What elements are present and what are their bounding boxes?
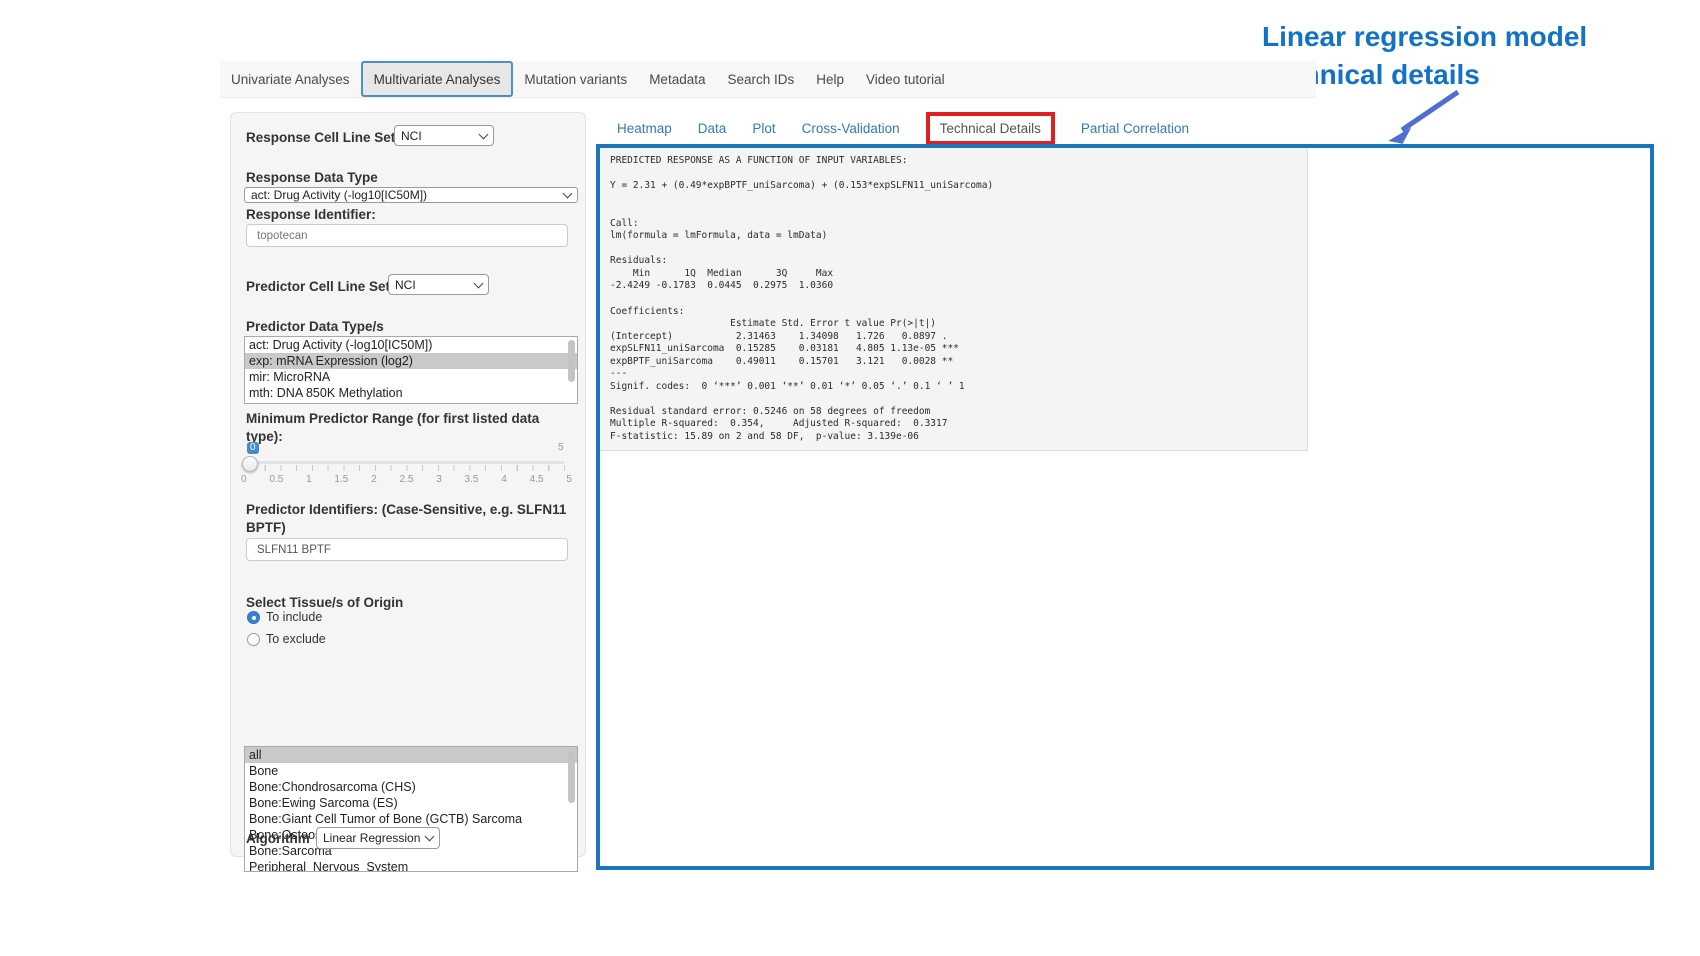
list-item[interactable]: act: Drug Activity (-log10[IC50M]) bbox=[245, 337, 577, 353]
annotation-line2: technical details bbox=[1262, 56, 1682, 94]
slider-value-badge: 0 bbox=[247, 442, 259, 454]
tab-data[interactable]: Data bbox=[698, 121, 727, 136]
tab-partial-correlation[interactable]: Partial Correlation bbox=[1081, 121, 1189, 136]
response-identifier-label: Response Identifier: bbox=[246, 206, 376, 224]
response-identifier-value: topotecan bbox=[257, 230, 308, 242]
predictor-identifiers-label: Predictor Identifiers: (Case-Sensitive, … bbox=[246, 501, 566, 519]
chevron-down-icon bbox=[425, 832, 435, 842]
sidebar-panel: Response Cell Line Set NCI Response Data… bbox=[230, 112, 586, 857]
algorithm-select[interactable]: Linear Regression bbox=[316, 827, 440, 849]
tick-label: 1 bbox=[306, 474, 312, 485]
red-highlight-box: Technical Details bbox=[926, 112, 1055, 145]
algorithm-value: Linear Regression bbox=[323, 831, 420, 845]
chevron-down-icon bbox=[474, 278, 484, 288]
slider-tick-marks bbox=[249, 465, 565, 471]
response-cell-line-set-label: Response Cell Line Set bbox=[246, 129, 395, 147]
nav-tab-video-tutorial[interactable]: Video tutorial bbox=[855, 61, 956, 97]
nav-tab-search-ids[interactable]: Search IDs bbox=[716, 61, 805, 97]
tick-label: 4.5 bbox=[530, 474, 544, 485]
tab-plot[interactable]: Plot bbox=[752, 121, 775, 136]
predictor-identifiers-input[interactable]: SLFN11 BPTF bbox=[246, 538, 568, 561]
response-data-type-label: Response Data Type bbox=[246, 169, 378, 187]
predictor-data-types-label: Predictor Data Type/s bbox=[246, 318, 384, 336]
tick-label: 3 bbox=[436, 474, 442, 485]
list-item[interactable]: Bone:Ewing Sarcoma (ES) bbox=[245, 795, 577, 811]
slider-max-label: 5 bbox=[558, 442, 564, 453]
nav-tab-help[interactable]: Help bbox=[805, 61, 855, 97]
results-panel: PREDICTED RESPONSE AS A FUNCTION OF INPU… bbox=[596, 144, 1654, 870]
predictor-data-types-listbox: act: Drug Activity (-log10[IC50M]) exp: … bbox=[244, 336, 578, 404]
annotation-arrow-icon bbox=[1370, 84, 1470, 148]
annotation-title: Linear regression model technical detail… bbox=[1262, 18, 1682, 94]
chevron-down-icon bbox=[479, 129, 489, 139]
radio-include-label: To include bbox=[266, 610, 322, 624]
response-data-type-value: act: Drug Activity (-log10[IC50M]) bbox=[251, 188, 427, 202]
predictor-range-slider-track[interactable] bbox=[249, 461, 564, 464]
response-cell-line-set-value: NCI bbox=[401, 129, 422, 143]
list-item[interactable]: mth: DNA 850K Methylation bbox=[245, 385, 577, 401]
predictor-cell-line-set-label: Predictor Cell Line Set bbox=[246, 278, 390, 296]
radio-to-exclude[interactable]: To exclude bbox=[247, 632, 326, 646]
list-item[interactable]: Bone:Giant Cell Tumor of Bone (GCTB) Sar… bbox=[245, 811, 577, 827]
list-item[interactable]: Bone:Chondrosarcoma (CHS) bbox=[245, 779, 577, 795]
tick-label: 2.5 bbox=[399, 474, 413, 485]
tick-label: 0.5 bbox=[269, 474, 283, 485]
chevron-down-icon bbox=[563, 189, 573, 199]
list-item[interactable]: exp: mRNA Expression (log2) bbox=[245, 353, 577, 369]
result-tabs: Heatmap Data Plot Cross-Validation Techn… bbox=[617, 109, 1189, 147]
technical-details-output: PREDICTED RESPONSE AS A FUNCTION OF INPU… bbox=[600, 148, 1308, 451]
app-canvas: Linear regression model technical detail… bbox=[0, 0, 1700, 956]
scrollbar-thumb[interactable] bbox=[568, 751, 575, 803]
tick-label: 3.5 bbox=[465, 474, 479, 485]
tab-heatmap[interactable]: Heatmap bbox=[617, 121, 672, 136]
tab-technical-details[interactable]: Technical Details bbox=[940, 121, 1041, 136]
slider-tick-labels: 0 0.5 1 1.5 2 2.5 3 3.5 4 4.5 5 bbox=[241, 474, 572, 485]
nav-tab-mutation-variants[interactable]: Mutation variants bbox=[513, 61, 638, 97]
tissue-listbox: all Bone Bone:Chondrosarcoma (CHS) Bone:… bbox=[244, 746, 578, 872]
radio-exclude-label: To exclude bbox=[266, 632, 326, 646]
response-data-type-select[interactable]: act: Drug Activity (-log10[IC50M]) bbox=[244, 187, 578, 203]
predictor-cell-line-set-value: NCI bbox=[395, 278, 416, 292]
tick-label: 0 bbox=[241, 474, 247, 485]
predictor-cell-line-set-select[interactable]: NCI bbox=[388, 274, 489, 295]
predictor-identifiers-label2: BPTF) bbox=[246, 519, 286, 537]
tick-label: 2 bbox=[371, 474, 377, 485]
response-identifier-input[interactable]: topotecan bbox=[246, 224, 568, 247]
nav-tab-multivariate-analyses[interactable]: Multivariate Analyses bbox=[361, 61, 514, 97]
predictor-range-slider-handle[interactable] bbox=[242, 456, 258, 472]
list-item[interactable]: mir: MicroRNA bbox=[245, 369, 577, 385]
tick-label: 5 bbox=[566, 474, 572, 485]
annotation-line1: Linear regression model bbox=[1262, 18, 1682, 56]
nav-tab-metadata[interactable]: Metadata bbox=[638, 61, 716, 97]
tick-label: 1.5 bbox=[334, 474, 348, 485]
list-item[interactable]: Peripheral_Nervous_System bbox=[245, 859, 577, 872]
list-item[interactable]: all bbox=[245, 747, 577, 763]
min-predictor-range-label: Minimum Predictor Range (for first liste… bbox=[246, 410, 539, 428]
radio-selected-icon bbox=[247, 611, 260, 624]
algorithm-label: Algorithm bbox=[246, 830, 310, 848]
tick-label: 4 bbox=[501, 474, 507, 485]
top-navbar: Univariate Analyses Multivariate Analyse… bbox=[220, 61, 1316, 98]
radio-to-include[interactable]: To include bbox=[247, 610, 322, 624]
list-item[interactable]: Bone bbox=[245, 763, 577, 779]
nav-tab-univariate-analyses[interactable]: Univariate Analyses bbox=[220, 61, 361, 97]
tab-cross-validation[interactable]: Cross-Validation bbox=[802, 121, 900, 136]
response-cell-line-set-select[interactable]: NCI bbox=[394, 125, 494, 146]
scrollbar-thumb[interactable] bbox=[568, 340, 575, 382]
predictor-identifiers-value: SLFN11 BPTF bbox=[257, 544, 331, 556]
radio-unselected-icon bbox=[247, 633, 260, 646]
